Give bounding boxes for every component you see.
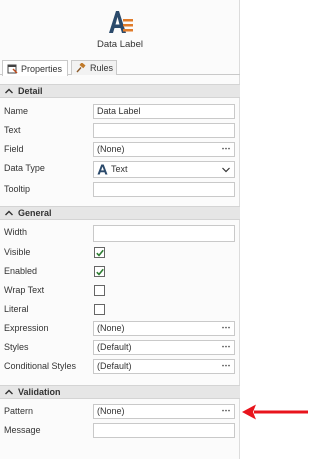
row-wrap-text: Wrap Text — [0, 281, 240, 300]
name-value: Data Label — [97, 106, 141, 116]
message-field[interactable] — [93, 423, 235, 438]
row-tooltip: Tooltip — [0, 180, 240, 199]
pattern-field[interactable]: (None) ⋯ — [93, 404, 235, 419]
checkmark-icon — [96, 249, 104, 257]
tab-rules-label: Rules — [90, 63, 114, 73]
tab-properties[interactable]: Properties — [2, 60, 68, 76]
name-label: Name — [4, 106, 29, 116]
section-validation-title: Validation — [18, 387, 61, 397]
section-validation-header[interactable]: Validation — [0, 385, 240, 399]
row-field: Field (None) ⋯ — [0, 140, 240, 159]
field-field[interactable]: (None) ⋯ — [93, 142, 235, 157]
visible-label: Visible — [4, 247, 31, 257]
tab-rules[interactable]: Rules — [71, 60, 117, 75]
row-text: Text — [0, 121, 240, 140]
row-pattern: Pattern (None) ⋯ — [0, 402, 240, 421]
panel-title: Data Label — [97, 39, 143, 50]
enabled-label: Enabled — [4, 266, 38, 276]
wrap-text-label: Wrap Text — [4, 285, 45, 295]
visible-checkbox[interactable] — [94, 247, 105, 258]
row-expression: Expression (None) ⋯ — [0, 319, 240, 338]
row-width: Width — [0, 223, 240, 242]
expression-browse-button[interactable]: ⋯ — [222, 321, 231, 334]
row-literal: Literal — [0, 300, 240, 319]
styles-field[interactable]: (Default) ⋯ — [93, 340, 235, 355]
chevron-down-icon — [222, 167, 230, 173]
tab-bar: Properties Rules — [0, 60, 240, 76]
data-type-value: Text — [111, 164, 128, 174]
chevron-up-icon — [5, 88, 13, 94]
conditional-styles-label: Conditional Styles — [4, 361, 77, 371]
literal-checkbox[interactable] — [94, 304, 105, 315]
conditional-styles-value: (Default) — [97, 361, 132, 371]
width-field[interactable] — [93, 225, 235, 242]
section-detail-header[interactable]: Detail — [0, 84, 240, 98]
data-type-label: Data Type — [4, 163, 45, 173]
row-enabled: Enabled — [0, 262, 240, 281]
field-label: Field — [4, 144, 24, 154]
data-type-select[interactable]: Text — [93, 161, 235, 178]
pattern-browse-button[interactable]: ⋯ — [222, 404, 231, 417]
red-arrow-annotation — [242, 404, 308, 420]
message-label: Message — [4, 425, 41, 435]
wrap-text-checkbox[interactable] — [94, 285, 105, 296]
section-detail-title: Detail — [18, 86, 43, 96]
properties-icon — [7, 64, 18, 74]
field-browse-button[interactable]: ⋯ — [222, 142, 231, 155]
enabled-checkbox[interactable] — [94, 266, 105, 277]
pattern-label: Pattern — [4, 406, 34, 416]
text-label: Text — [4, 125, 21, 135]
expression-field[interactable]: (None) ⋯ — [93, 321, 235, 336]
tab-properties-label: Properties — [21, 63, 63, 74]
styles-browse-button[interactable]: ⋯ — [222, 340, 231, 353]
styles-value: (Default) — [97, 342, 132, 352]
row-message: Message — [0, 421, 240, 440]
row-styles: Styles (Default) ⋯ — [0, 338, 240, 357]
row-name: Name Data Label — [0, 102, 240, 121]
field-value: (None) — [97, 144, 125, 154]
styles-label: Styles — [4, 342, 29, 352]
width-label: Width — [4, 227, 28, 237]
chevron-up-icon — [5, 210, 13, 216]
gavel-icon — [76, 63, 86, 73]
pattern-value: (None) — [97, 406, 125, 416]
name-field[interactable]: Data Label — [93, 104, 235, 119]
row-data-type: Data Type Text — [0, 159, 240, 178]
row-visible: Visible — [0, 243, 240, 262]
conditional-styles-field[interactable]: (Default) ⋯ — [93, 359, 235, 374]
data-label-icon — [109, 11, 133, 33]
tooltip-label: Tooltip — [4, 184, 31, 194]
checkmark-icon — [96, 268, 104, 276]
text-field[interactable] — [93, 123, 235, 138]
text-type-icon — [97, 164, 108, 175]
section-general-header[interactable]: General — [0, 206, 240, 220]
panel-header: Data Label — [0, 0, 239, 58]
literal-label: Literal — [4, 304, 29, 314]
conditional-styles-browse-button[interactable]: ⋯ — [222, 359, 231, 372]
expression-label: Expression — [4, 323, 49, 333]
tooltip-field[interactable] — [93, 182, 235, 197]
chevron-up-icon — [5, 389, 13, 395]
expression-value: (None) — [97, 323, 125, 333]
properties-panel: Data Label Properties Rules Detail Name … — [0, 0, 240, 459]
row-conditional-styles: Conditional Styles (Default) ⋯ — [0, 357, 240, 376]
section-general-title: General — [18, 208, 52, 218]
